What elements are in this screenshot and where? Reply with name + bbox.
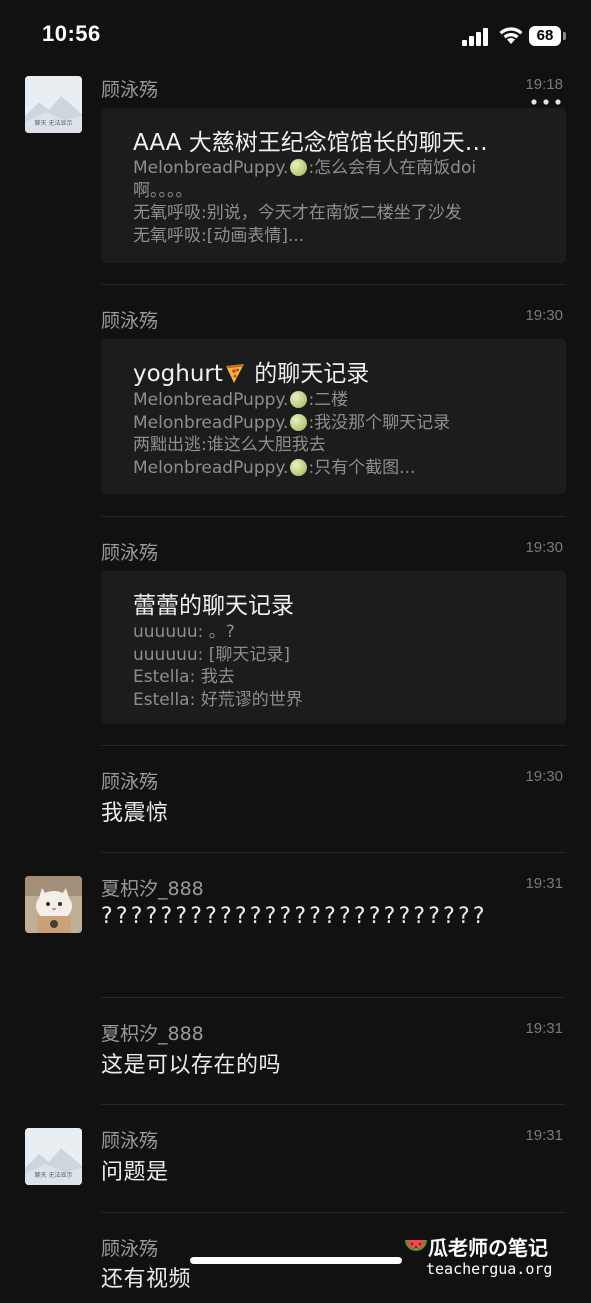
sender-name: 顾泳殇	[101, 79, 159, 101]
divider	[101, 852, 565, 853]
home-indicator[interactable]	[190, 1257, 402, 1264]
sender-name: 顾泳殇	[101, 542, 159, 564]
more-options-icon[interactable]	[530, 96, 562, 108]
message-text: ??????????????????????????	[101, 904, 488, 929]
cat-avatar-icon	[25, 876, 82, 933]
message-text: 我震惊	[101, 801, 169, 826]
card-title: 蕾蕾的聊天记录	[133, 593, 294, 619]
card-preview-line: MelonbreadPuppy.:怎么会有人在南饭doi	[133, 158, 477, 178]
watermark: 瓜老师の笔记 teachergua.org	[404, 1232, 584, 1280]
divider	[101, 516, 565, 517]
chat-history-card[interactable]: AAA 大慈树王纪念馆馆长的聊天… MelonbreadPuppy.:怎么会有人…	[101, 108, 566, 263]
card-preview-line: MelonbreadPuppy.:只有个截图...	[133, 457, 416, 478]
card-preview-line: Estella: 好荒谬的世界	[133, 689, 303, 710]
watermark-title: 瓜老师の笔记	[404, 1232, 548, 1261]
battery-indicator: 68	[529, 26, 567, 46]
card-preview-line: 无氧呼吸:[动画表情]...	[133, 225, 305, 246]
signal-icon	[462, 28, 488, 46]
chat-history-card[interactable]: 蕾蕾的聊天记录 uuuuuu: 。? uuuuuu: [聊天记录] Estell…	[101, 571, 566, 724]
avatar[interactable]: 聊天 无法显示	[25, 1128, 82, 1185]
card-preview-line: uuuuuu: 。?	[133, 622, 235, 642]
melon-emoji-icon	[290, 159, 308, 176]
message-text: 这是可以存在的吗	[101, 1053, 282, 1078]
card-preview-line: MelonbreadPuppy.:我没那个聊天记录	[133, 412, 451, 433]
message-time: 19:30	[525, 539, 563, 556]
melon-emoji-icon	[290, 391, 308, 408]
watermelon-icon	[405, 1240, 427, 1251]
card-preview-line: 啊。。。。	[133, 180, 193, 201]
message-time: 19:18	[525, 76, 563, 93]
sender-name: 夏枳汐_888	[101, 878, 204, 900]
battery-level: 68	[536, 27, 554, 44]
watermark-title-text: 瓜老师の笔记	[428, 1236, 548, 1260]
message-time: 19:31	[525, 1020, 563, 1037]
divider	[101, 997, 565, 998]
melon-emoji-icon	[290, 413, 308, 431]
sender-name: 顾泳殇	[101, 310, 159, 332]
chat-history-card[interactable]: yoghurt 的聊天记录 MelonbreadPuppy.:二楼 Melonb…	[101, 339, 566, 494]
divider	[101, 1104, 565, 1105]
divider	[101, 1212, 565, 1213]
message-time: 19:31	[525, 1127, 563, 1144]
avatar-caption: 聊天 无法显示	[34, 120, 73, 127]
card-preview-line: MelonbreadPuppy.:二楼	[133, 390, 349, 410]
card-title: AAA 大慈树王纪念馆馆长的聊天…	[133, 130, 488, 156]
card-preview-line: Estella: 我去	[133, 667, 235, 687]
divider	[101, 284, 565, 285]
status-bar: 10:56 68	[0, 0, 591, 72]
avatar[interactable]	[25, 876, 82, 933]
pizza-emoji-icon	[225, 364, 244, 383]
card-preview-line: uuuuuu: [聊天记录]	[133, 644, 291, 665]
watermark-url: teachergua.org	[426, 1260, 553, 1278]
status-time: 10:56	[42, 21, 101, 46]
melon-emoji-icon	[290, 458, 308, 476]
card-title: yoghurt 的聊天记录	[133, 361, 370, 387]
divider	[101, 745, 565, 746]
message-time: 19:31	[525, 875, 563, 892]
message-text: 问题是	[101, 1160, 169, 1185]
message-time: 19:30	[525, 768, 563, 785]
avatar-caption: 聊天 无法显示	[34, 1172, 73, 1179]
card-preview-line: 两黜出逃:谁这么大胆我去	[133, 435, 326, 455]
message-time: 19:30	[525, 307, 563, 324]
avatar[interactable]: 聊天 无法显示	[25, 76, 82, 133]
card-preview-line: 无氧呼吸:别说，今天才在南饭二楼坐了沙发	[133, 203, 462, 223]
wifi-icon	[499, 27, 523, 44]
